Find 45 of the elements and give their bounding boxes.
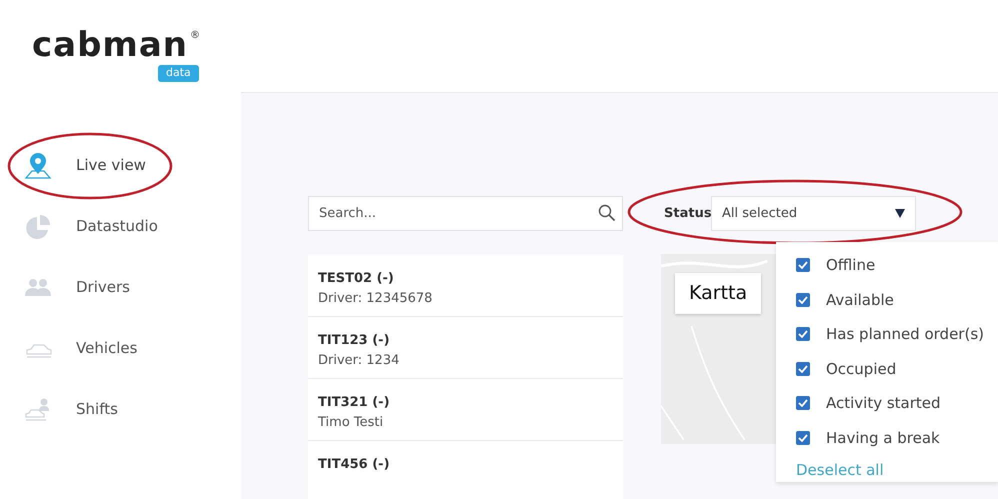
vehicle-title: TIT123 (-): [318, 332, 391, 350]
vehicle-list-item[interactable]: TIT456 (-): [308, 441, 623, 499]
option-label: Activity started: [826, 393, 941, 414]
vehicle-list-item[interactable]: TIT321 (-) Timo Testi: [308, 379, 623, 441]
search-icon: [598, 204, 616, 222]
sidebar-item[interactable]: Vehicles: [0, 318, 241, 379]
status-option[interactable]: Has planned order(s): [796, 317, 998, 352]
sidebar-item[interactable]: Live view: [0, 135, 241, 196]
vehicle-title: TIT321 (-): [318, 394, 391, 412]
option-label: Having a break: [826, 428, 940, 448]
trademark-symbol: ®: [190, 29, 200, 43]
option-label: Available: [826, 290, 894, 310]
sidebar-item[interactable]: Drivers: [0, 257, 241, 318]
search-field[interactable]: Search...: [308, 196, 623, 231]
status-option[interactable]: Having a break: [796, 420, 998, 455]
checkbox[interactable]: [796, 396, 810, 410]
map-pin-icon: [24, 152, 52, 180]
vehicle-list-item[interactable]: TIT123 (-) Driver: 1234: [308, 317, 623, 379]
status-option[interactable]: Occupied: [796, 352, 998, 386]
status-option[interactable]: Offline: [796, 248, 998, 282]
checkbox[interactable]: [796, 362, 810, 376]
status-option[interactable]: Activity started: [796, 386, 998, 420]
status-label: Status: [663, 204, 711, 223]
option-label: Has planned order(s): [826, 324, 984, 345]
caret-icon: [895, 209, 905, 218]
logo-badge: data: [158, 65, 199, 82]
map-button[interactable]: Kartta: [675, 273, 762, 314]
checkbox[interactable]: [796, 258, 810, 272]
vehicle-subtitle: Timo Testi: [318, 414, 384, 432]
pie-chart-icon: [24, 212, 52, 240]
vehicle-subtitle: Driver: 12345678: [318, 290, 434, 308]
sidebar-item[interactable]: Shifts: [0, 379, 241, 440]
option-label: Offline: [826, 255, 876, 276]
checkbox[interactable]: [796, 430, 810, 445]
logo-wordmark: cabman: [32, 28, 188, 62]
checkbox[interactable]: [796, 327, 810, 342]
vehicle-title: TEST02 (-): [318, 270, 395, 288]
vehicle-title: TIT456 (-): [318, 456, 391, 474]
sidebar-item[interactable]: Datastudio: [0, 196, 241, 257]
checkbox[interactable]: [796, 292, 810, 307]
vehicle-subtitle: Driver: 1234: [318, 352, 400, 370]
vehicle-list-item[interactable]: TEST02 (-) Driver: 12345678: [308, 255, 623, 317]
status-dropdown[interactable]: All selected: [711, 196, 916, 231]
status-option[interactable]: Available: [796, 282, 998, 317]
option-label: Occupied: [826, 358, 896, 380]
